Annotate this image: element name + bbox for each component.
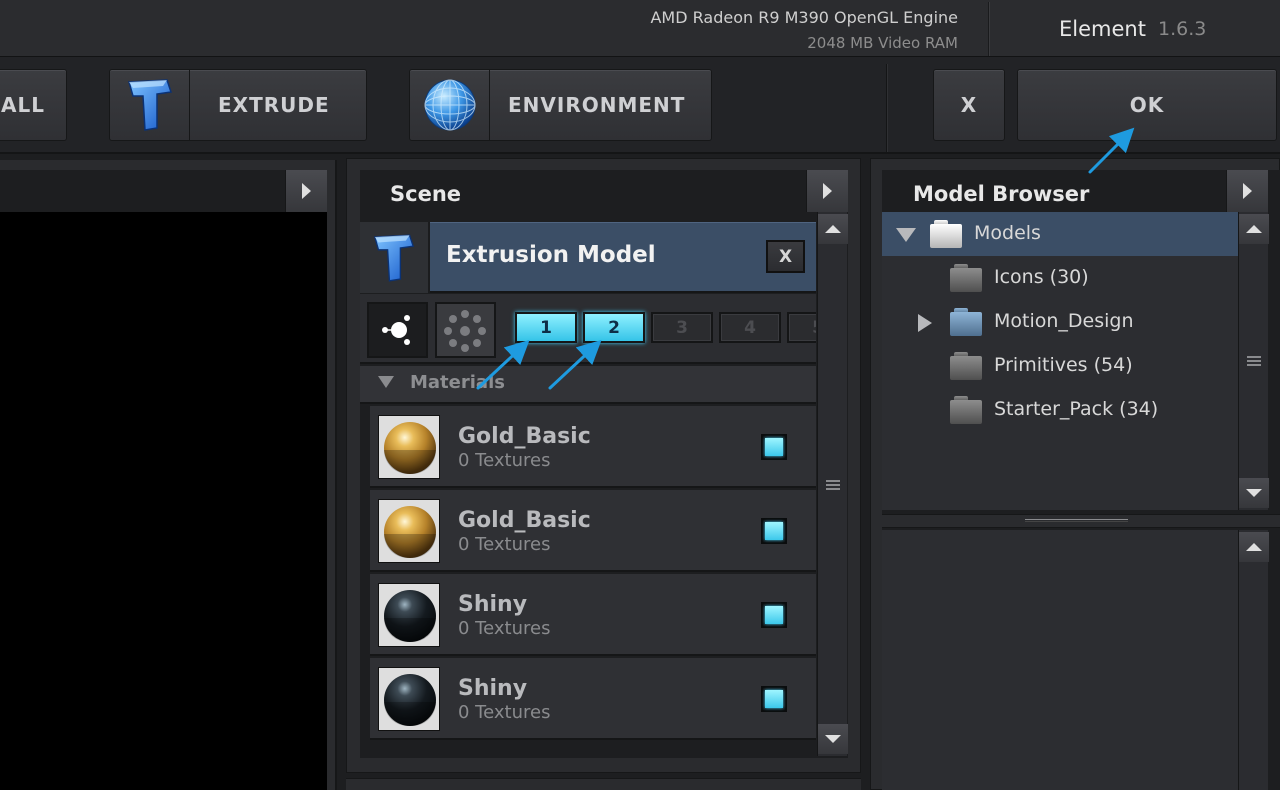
expanded-triangle-icon [896,228,916,242]
scroll-up-icon [1246,225,1262,233]
folder-icon [950,396,982,424]
collapse-triangle-icon [378,376,394,388]
model-browser-title: Model Browser [913,182,1090,206]
extrude-t-icon [360,222,430,293]
app-version: 1.6.3 [1158,18,1207,40]
tree-item-starter-pack[interactable]: Starter_Pack (34) [882,388,1238,432]
gpu-ram: 2048 MB Video RAM [807,34,958,52]
extrude-button[interactable]: EXTRUDE [109,69,367,141]
tree-item-motion-design[interactable]: Motion_Design [882,300,1238,344]
scroll-grip-icon [1247,356,1261,366]
slot-1-button[interactable]: 1 [515,312,577,343]
left-panel-header [0,170,327,212]
tree-item-icons[interactable]: Icons (30) [882,256,1238,300]
app-name: Element [1059,17,1146,41]
materials-label: Materials [410,372,505,393]
top-divider [988,2,990,56]
expand-arrow-icon [1243,183,1252,199]
material-texture-count: 0 Textures [458,618,551,639]
slot-5-button[interactable]: 5 [787,312,816,343]
environment-button-label: ENVIRONMENT [508,93,686,117]
left-panel-expand-button[interactable] [285,170,327,212]
tree-item-label: Models [974,222,1041,244]
model-close-button[interactable]: X [766,240,805,273]
scene-scrollbar[interactable] [817,212,848,756]
scroll-up-button[interactable] [818,214,848,244]
viewport[interactable] [0,212,327,790]
expand-arrow-icon [823,183,832,199]
tree-item-label: Primitives (54) [994,354,1133,376]
light-tool-button[interactable] [367,302,428,358]
folder-icon [930,220,962,248]
scroll-down-button[interactable] [818,724,848,754]
splitter-handle [1025,519,1128,522]
folder-icon [950,308,982,336]
scroll-grip-icon [826,480,840,490]
material-thumbnail [378,415,440,479]
material-name: Shiny [458,676,528,701]
material-texture-count: 0 Textures [458,702,551,723]
material-enabled-checkbox[interactable] [761,518,787,544]
tree-item-primitives[interactable]: Primitives (54) [882,344,1238,388]
light-icon [382,315,410,345]
model-browser-expand-button[interactable] [1226,170,1268,212]
material-texture-count: 0 Textures [458,450,551,471]
scroll-up-button[interactable] [1239,214,1269,244]
material-row[interactable]: Shiny 0 Textures [370,574,816,656]
extrude-t-icon [110,70,190,140]
tree-item-label: Motion_Design [994,310,1134,332]
material-enabled-checkbox[interactable] [761,434,787,460]
ok-button[interactable]: OK [1017,69,1277,141]
all-button-label: ALL [1,93,45,117]
scene-title: Scene [390,182,462,206]
all-button[interactable]: ALL [0,69,67,141]
material-row[interactable]: Shiny 0 Textures [370,658,816,740]
slot-4-button[interactable]: 4 [719,312,781,343]
material-thumbnail [378,667,440,731]
material-enabled-checkbox[interactable] [761,602,787,628]
ok-button-label: OK [1129,93,1165,117]
model-tree-scrollbar[interactable] [1238,212,1269,510]
preview-scrollbar[interactable] [1238,530,1269,790]
scene-expand-button[interactable] [806,170,848,212]
slot-2-button[interactable]: 2 [583,312,645,343]
collapsed-triangle-icon [918,314,932,332]
scroll-up-button[interactable] [1239,532,1269,562]
scene-panel-bottom [346,778,861,790]
globe-icon [410,70,490,140]
material-thumbnail [378,583,440,647]
toolbar-separator [886,64,888,152]
tree-item-label: Starter_Pack (34) [994,398,1159,420]
folder-icon [950,264,982,292]
scroll-down-icon [825,735,841,743]
scroll-up-icon [1246,543,1262,551]
slot-3-button[interactable]: 3 [651,312,713,343]
environment-button[interactable]: ENVIRONMENT [409,69,712,141]
material-enabled-checkbox[interactable] [761,686,787,712]
cancel-button[interactable]: X [933,69,1005,141]
scroll-up-icon [825,225,841,233]
tree-item-label: Icons (30) [994,266,1089,288]
particles-icon [444,310,486,352]
extrude-button-label: EXTRUDE [218,93,330,117]
expand-arrow-icon [302,183,311,199]
gpu-name: AMD Radeon R9 M390 OpenGL Engine [650,8,958,27]
material-name: Shiny [458,592,528,617]
material-texture-count: 0 Textures [458,534,551,555]
particles-tool-button[interactable] [435,302,496,358]
material-name: Gold_Basic [458,508,591,533]
material-thumbnail [378,499,440,563]
cancel-button-label: X [960,93,978,117]
material-row[interactable]: Gold_Basic 0 Textures [370,406,816,488]
scroll-down-button[interactable] [1239,478,1269,508]
material-row[interactable]: Gold_Basic 0 Textures [370,490,816,572]
model-preview-area [882,530,1238,790]
scroll-down-icon [1246,489,1262,497]
model-title: Extrusion Model [446,242,656,268]
tree-item-models[interactable]: Models [882,212,1238,256]
material-name: Gold_Basic [458,424,591,449]
folder-icon [950,352,982,380]
